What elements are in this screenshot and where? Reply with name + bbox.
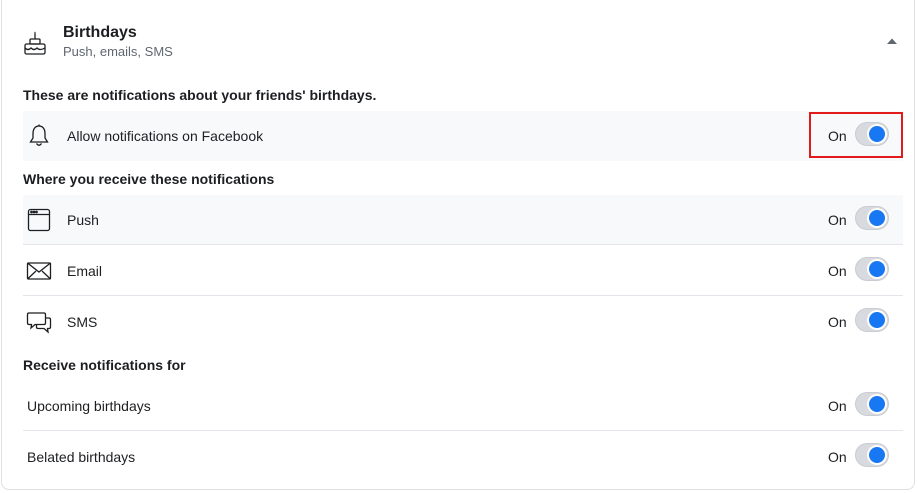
sms-label: SMS: [67, 314, 98, 330]
intro-heading: These are notifications about your frien…: [23, 87, 377, 103]
belated-birthdays-state: On: [828, 449, 847, 465]
receive-heading: Receive notifications for: [23, 357, 186, 373]
sms-state: On: [828, 314, 847, 330]
browser-window-icon: [27, 208, 51, 232]
toggle-knob: [869, 261, 885, 277]
email-toggle[interactable]: [855, 257, 889, 281]
sms-toggle[interactable]: [855, 308, 889, 332]
toggle-knob: [869, 447, 885, 463]
belated-birthdays-row: Belated birthdays On: [23, 432, 903, 482]
highlight-annotation-box: [809, 112, 903, 158]
email-label: Email: [67, 263, 103, 279]
chat-bubbles-icon: [26, 312, 52, 334]
push-label: Push: [67, 212, 99, 228]
birthdays-header[interactable]: Birthdays Push, emails, SMS: [2, 0, 914, 70]
email-state: On: [828, 263, 847, 279]
birthdays-settings-panel: Birthdays Push, emails, SMS These are no…: [1, 0, 915, 490]
push-row: Push On: [23, 195, 903, 245]
envelope-icon: [26, 262, 52, 280]
push-toggle[interactable]: [855, 206, 889, 230]
email-row: Email On: [23, 246, 903, 296]
sms-row: SMS On: [23, 297, 903, 347]
toggle-knob: [869, 396, 885, 412]
toggle-knob: [869, 210, 885, 226]
birthday-cake-icon: [24, 31, 46, 55]
upcoming-birthdays-row: Upcoming birthdays On: [23, 381, 903, 431]
belated-birthdays-label: Belated birthdays: [27, 449, 136, 465]
allow-notifications-row: Allow notifications on Facebook On: [23, 111, 903, 161]
upcoming-birthdays-state: On: [828, 398, 847, 414]
toggle-knob: [869, 312, 885, 328]
belated-birthdays-toggle[interactable]: [855, 443, 889, 467]
caret-up-icon[interactable]: [885, 36, 899, 46]
allow-notifications-label: Allow notifications on Facebook: [67, 128, 264, 144]
section-title: Birthdays: [63, 24, 137, 41]
section-subtitle: Push, emails, SMS: [63, 44, 173, 59]
bell-icon: [29, 124, 49, 146]
channels-heading: Where you receive these notifications: [23, 171, 275, 187]
upcoming-birthdays-label: Upcoming birthdays: [27, 398, 151, 414]
push-state: On: [828, 212, 847, 228]
upcoming-birthdays-toggle[interactable]: [855, 392, 889, 416]
